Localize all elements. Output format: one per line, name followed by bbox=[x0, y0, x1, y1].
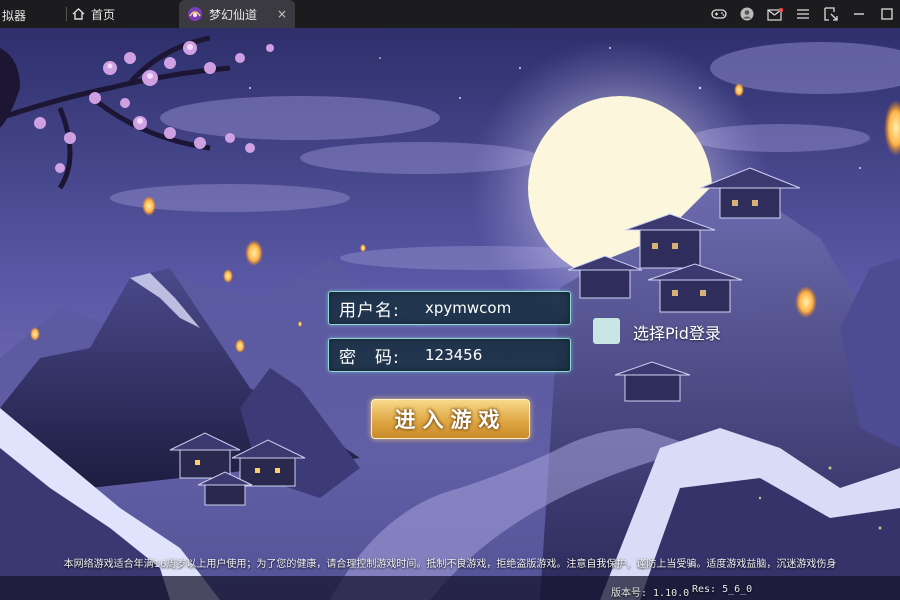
maximize-icon[interactable] bbox=[874, 0, 900, 28]
password-label: 密 码: bbox=[339, 347, 400, 368]
user-avatar-icon[interactable] bbox=[734, 0, 760, 28]
password-input[interactable]: 123456 bbox=[417, 346, 482, 364]
tab-game[interactable]: 梦幻仙道 × bbox=[179, 0, 295, 28]
tab-home-label: 首页 bbox=[91, 7, 116, 22]
password-field[interactable]: 密 码: 123456 bbox=[328, 338, 571, 372]
enter-game-button[interactable]: 进入游戏 bbox=[371, 399, 530, 439]
home-icon bbox=[72, 8, 85, 20]
username-field[interactable]: 用户名: xpymwcom bbox=[328, 291, 571, 325]
pid-login-checkbox[interactable] bbox=[593, 318, 620, 344]
tab-game-label: 梦幻仙道 bbox=[209, 7, 258, 22]
minimize-icon[interactable] bbox=[846, 0, 872, 28]
game-logo-icon bbox=[187, 6, 203, 22]
res-label: Res: 5_6_0 bbox=[692, 584, 753, 595]
menu-icon[interactable] bbox=[790, 0, 816, 28]
tab-home[interactable]: 首页 bbox=[66, 0, 176, 28]
window-titlebar: 拟器 首页 梦幻仙道 × bbox=[0, 0, 900, 28]
gamepad-icon[interactable] bbox=[706, 0, 732, 28]
app-name: 拟器 bbox=[2, 9, 27, 23]
tab-close-button[interactable]: × bbox=[277, 7, 287, 21]
titlebar-controls bbox=[704, 0, 900, 28]
pid-login-label[interactable]: 选择Pid登录 bbox=[633, 320, 721, 344]
version-label: 版本号: 1.10.0 bbox=[611, 588, 690, 599]
username-label: 用户名: bbox=[339, 300, 400, 321]
mail-icon[interactable] bbox=[762, 0, 788, 28]
screen-capture-icon[interactable] bbox=[818, 0, 844, 28]
username-input[interactable]: xpymwcom bbox=[417, 299, 511, 317]
health-notice: 本网络游戏适合年满16周岁以上用户使用；为了您的健康，请合理控制游戏时间。抵制不… bbox=[63, 559, 837, 570]
game-login-scene: 用户名: xpymwcom 密 码: 123456 选择Pid登录 进入游戏 本… bbox=[0, 28, 900, 600]
